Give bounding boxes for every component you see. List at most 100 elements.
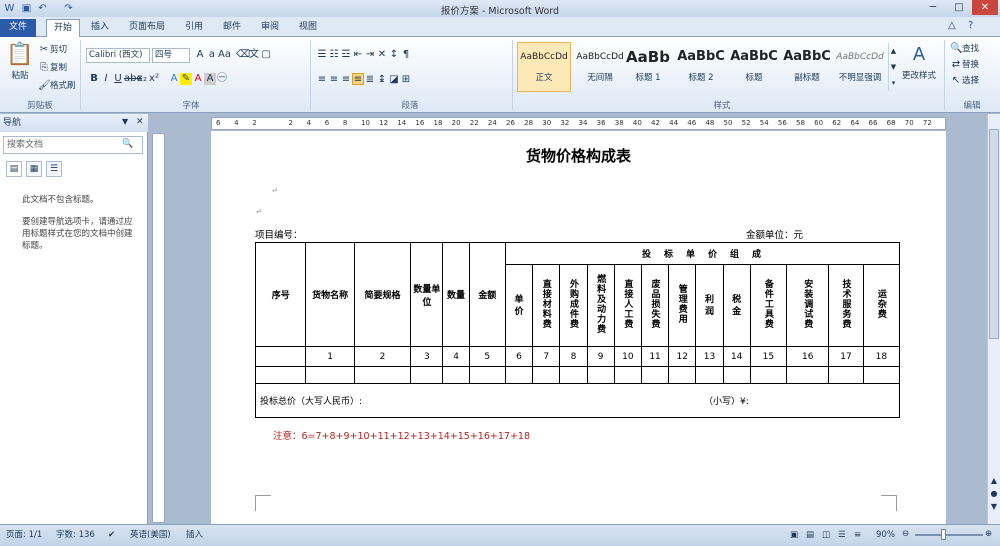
data-cell[interactable]	[586, 366, 615, 384]
strikethrough-icon[interactable]: abc	[124, 73, 142, 85]
change-styles-button[interactable]: A 更改样式	[900, 41, 938, 93]
chinese-layout-icon[interactable]: ✕	[376, 49, 388, 61]
horizontal-ruler[interactable]: 6 4 2 2 4 6 8 10 12 14 16 18 20 22 24 26 28 30 32 34 36 38 40 4…	[211, 117, 946, 130]
data-cell[interactable]	[749, 366, 788, 384]
page-count[interactable]: 页面: 1/1	[6, 528, 42, 542]
tab-view[interactable]: 视图	[294, 19, 322, 37]
nav-options-icon[interactable]: ▼	[122, 117, 128, 126]
help-icon[interactable]: ?	[968, 20, 973, 31]
font-size-select[interactable]: 四号	[152, 48, 190, 63]
phonetic-icon[interactable]: 文	[248, 49, 260, 61]
decrease-indent-icon[interactable]: ⇤	[352, 49, 364, 61]
shading-icon[interactable]: ◪	[388, 74, 400, 86]
number-cell[interactable]: 2	[353, 346, 412, 367]
nav-tab-pages[interactable]: ▦	[26, 161, 42, 177]
bullets-icon[interactable]: ☰	[316, 49, 328, 61]
data-cell[interactable]	[532, 366, 561, 384]
proofing-icon[interactable]: ✔	[108, 528, 115, 542]
minimize-icon[interactable]: ─	[920, 0, 946, 15]
language[interactable]: 英语(美国)	[130, 528, 171, 542]
style-no-spacing[interactable]: AaBbCcDd 无间隔	[573, 42, 627, 92]
bold-icon[interactable]: B	[88, 73, 100, 85]
shrink-font-icon[interactable]: a	[206, 49, 218, 61]
justify-icon[interactable]: ≡	[352, 73, 364, 85]
data-cell[interactable]	[786, 366, 830, 384]
tab-insert[interactable]: 插入	[86, 19, 114, 37]
insert-mode[interactable]: 插入	[186, 528, 203, 542]
close-icon[interactable]: ✕	[972, 0, 998, 15]
align-left-icon[interactable]: ≡	[316, 74, 328, 86]
view-draft-icon[interactable]: ≡	[854, 528, 861, 542]
line-spacing-icon[interactable]: ↨	[376, 74, 388, 86]
underline-icon[interactable]: U	[112, 73, 124, 85]
number-cell[interactable]: 3	[410, 346, 444, 367]
tab-mailings[interactable]: 邮件	[218, 19, 246, 37]
paste-button[interactable]: 📋 粘贴	[6, 41, 34, 91]
tab-references[interactable]: 引用	[180, 19, 208, 37]
nav-tab-headings[interactable]: ▤	[6, 161, 22, 177]
number-cell[interactable]: 5	[468, 346, 506, 367]
view-full-screen-icon[interactable]: ▤	[806, 528, 814, 542]
distributed-icon[interactable]: ≣	[364, 74, 376, 86]
borders-icon[interactable]: ⊞	[400, 74, 412, 86]
zoom-in-icon[interactable]: ⊕	[985, 527, 992, 541]
number-cell[interactable]: 18	[862, 346, 901, 367]
char-shading-icon[interactable]: A	[204, 73, 216, 85]
highlight-icon[interactable]: ✎	[180, 73, 192, 85]
font-name-select[interactable]: Calibri (西文)	[86, 48, 150, 63]
sort-icon[interactable]: ↕	[388, 49, 400, 61]
align-right-icon[interactable]: ≡	[340, 74, 352, 86]
number-cell[interactable]	[254, 346, 307, 367]
scroll-thumb[interactable]	[989, 129, 999, 339]
view-print-layout-icon[interactable]: ▣	[790, 528, 798, 542]
tab-home[interactable]: 开始	[46, 19, 80, 38]
data-cell[interactable]	[695, 366, 724, 384]
vertical-ruler[interactable]	[152, 133, 165, 523]
data-cell[interactable]	[468, 366, 506, 384]
maximize-icon[interactable]: □	[946, 0, 972, 15]
view-outline-icon[interactable]: ☰	[838, 528, 846, 542]
number-cell[interactable]: 11	[640, 346, 670, 367]
replace-button[interactable]: ⇄ 替换	[950, 58, 979, 71]
data-cell[interactable]	[828, 366, 864, 384]
show-marks-icon[interactable]: ¶	[400, 49, 412, 61]
nav-close-icon[interactable]: ✕	[136, 117, 144, 127]
find-button[interactable]: 🔍查找	[950, 42, 979, 55]
zoom-level[interactable]: 90%	[876, 528, 895, 542]
price-composition-table[interactable]: 序号 货物名称 简要规格 数量单位 数量 金额 投 标 单 价 组 成 单价 直接…	[254, 242, 901, 418]
number-cell[interactable]: 4	[442, 346, 470, 367]
zoom-out-icon[interactable]: ⊖	[902, 527, 909, 541]
char-border-icon[interactable]: ▢	[260, 49, 272, 61]
data-cell[interactable]	[504, 366, 534, 384]
style-title[interactable]: AaBbC 标题	[727, 42, 781, 92]
data-cell[interactable]	[722, 366, 751, 384]
copy-button[interactable]: ⎘ 复制	[38, 61, 67, 74]
number-cell[interactable]: 7	[532, 346, 561, 367]
numbering-icon[interactable]: ☷	[328, 49, 340, 61]
number-cell[interactable]: 10	[613, 346, 642, 367]
style-heading-1[interactable]: AaBb 标题 1	[621, 42, 675, 92]
increase-indent-icon[interactable]: ⇥	[364, 49, 376, 61]
styles-scroll[interactable]: ▲ ▼ ▾	[888, 43, 898, 91]
vertical-scrollbar[interactable]: ▲ ● ▼	[987, 114, 1000, 524]
zoom-slider[interactable]	[915, 534, 983, 536]
nav-tab-results[interactable]: ☰	[46, 161, 62, 177]
number-cell[interactable]: 14	[722, 346, 751, 367]
superscript-icon[interactable]: x²	[148, 73, 160, 85]
text-effect-icon[interactable]: A	[168, 73, 180, 85]
data-cell[interactable]	[442, 366, 470, 384]
minimize-ribbon-icon[interactable]: △	[948, 20, 956, 31]
multilevel-list-icon[interactable]: ☲	[340, 49, 352, 61]
number-cell[interactable]: 6	[504, 346, 534, 367]
data-cell[interactable]	[862, 366, 901, 384]
style-heading-2[interactable]: AaBbC 标题 2	[674, 42, 728, 92]
subscript-icon[interactable]: x₂	[136, 73, 148, 85]
data-cell[interactable]	[613, 366, 642, 384]
data-cell[interactable]	[640, 366, 670, 384]
tab-file[interactable]: 文件	[0, 19, 36, 37]
format-painter-button[interactable]: 🖌格式刷	[38, 79, 76, 92]
grow-font-icon[interactable]: A	[194, 49, 206, 61]
word-count[interactable]: 字数: 136	[56, 528, 95, 542]
cut-button[interactable]: ✂ 剪切	[38, 43, 67, 56]
search-icon[interactable]: 🔍	[122, 139, 133, 149]
